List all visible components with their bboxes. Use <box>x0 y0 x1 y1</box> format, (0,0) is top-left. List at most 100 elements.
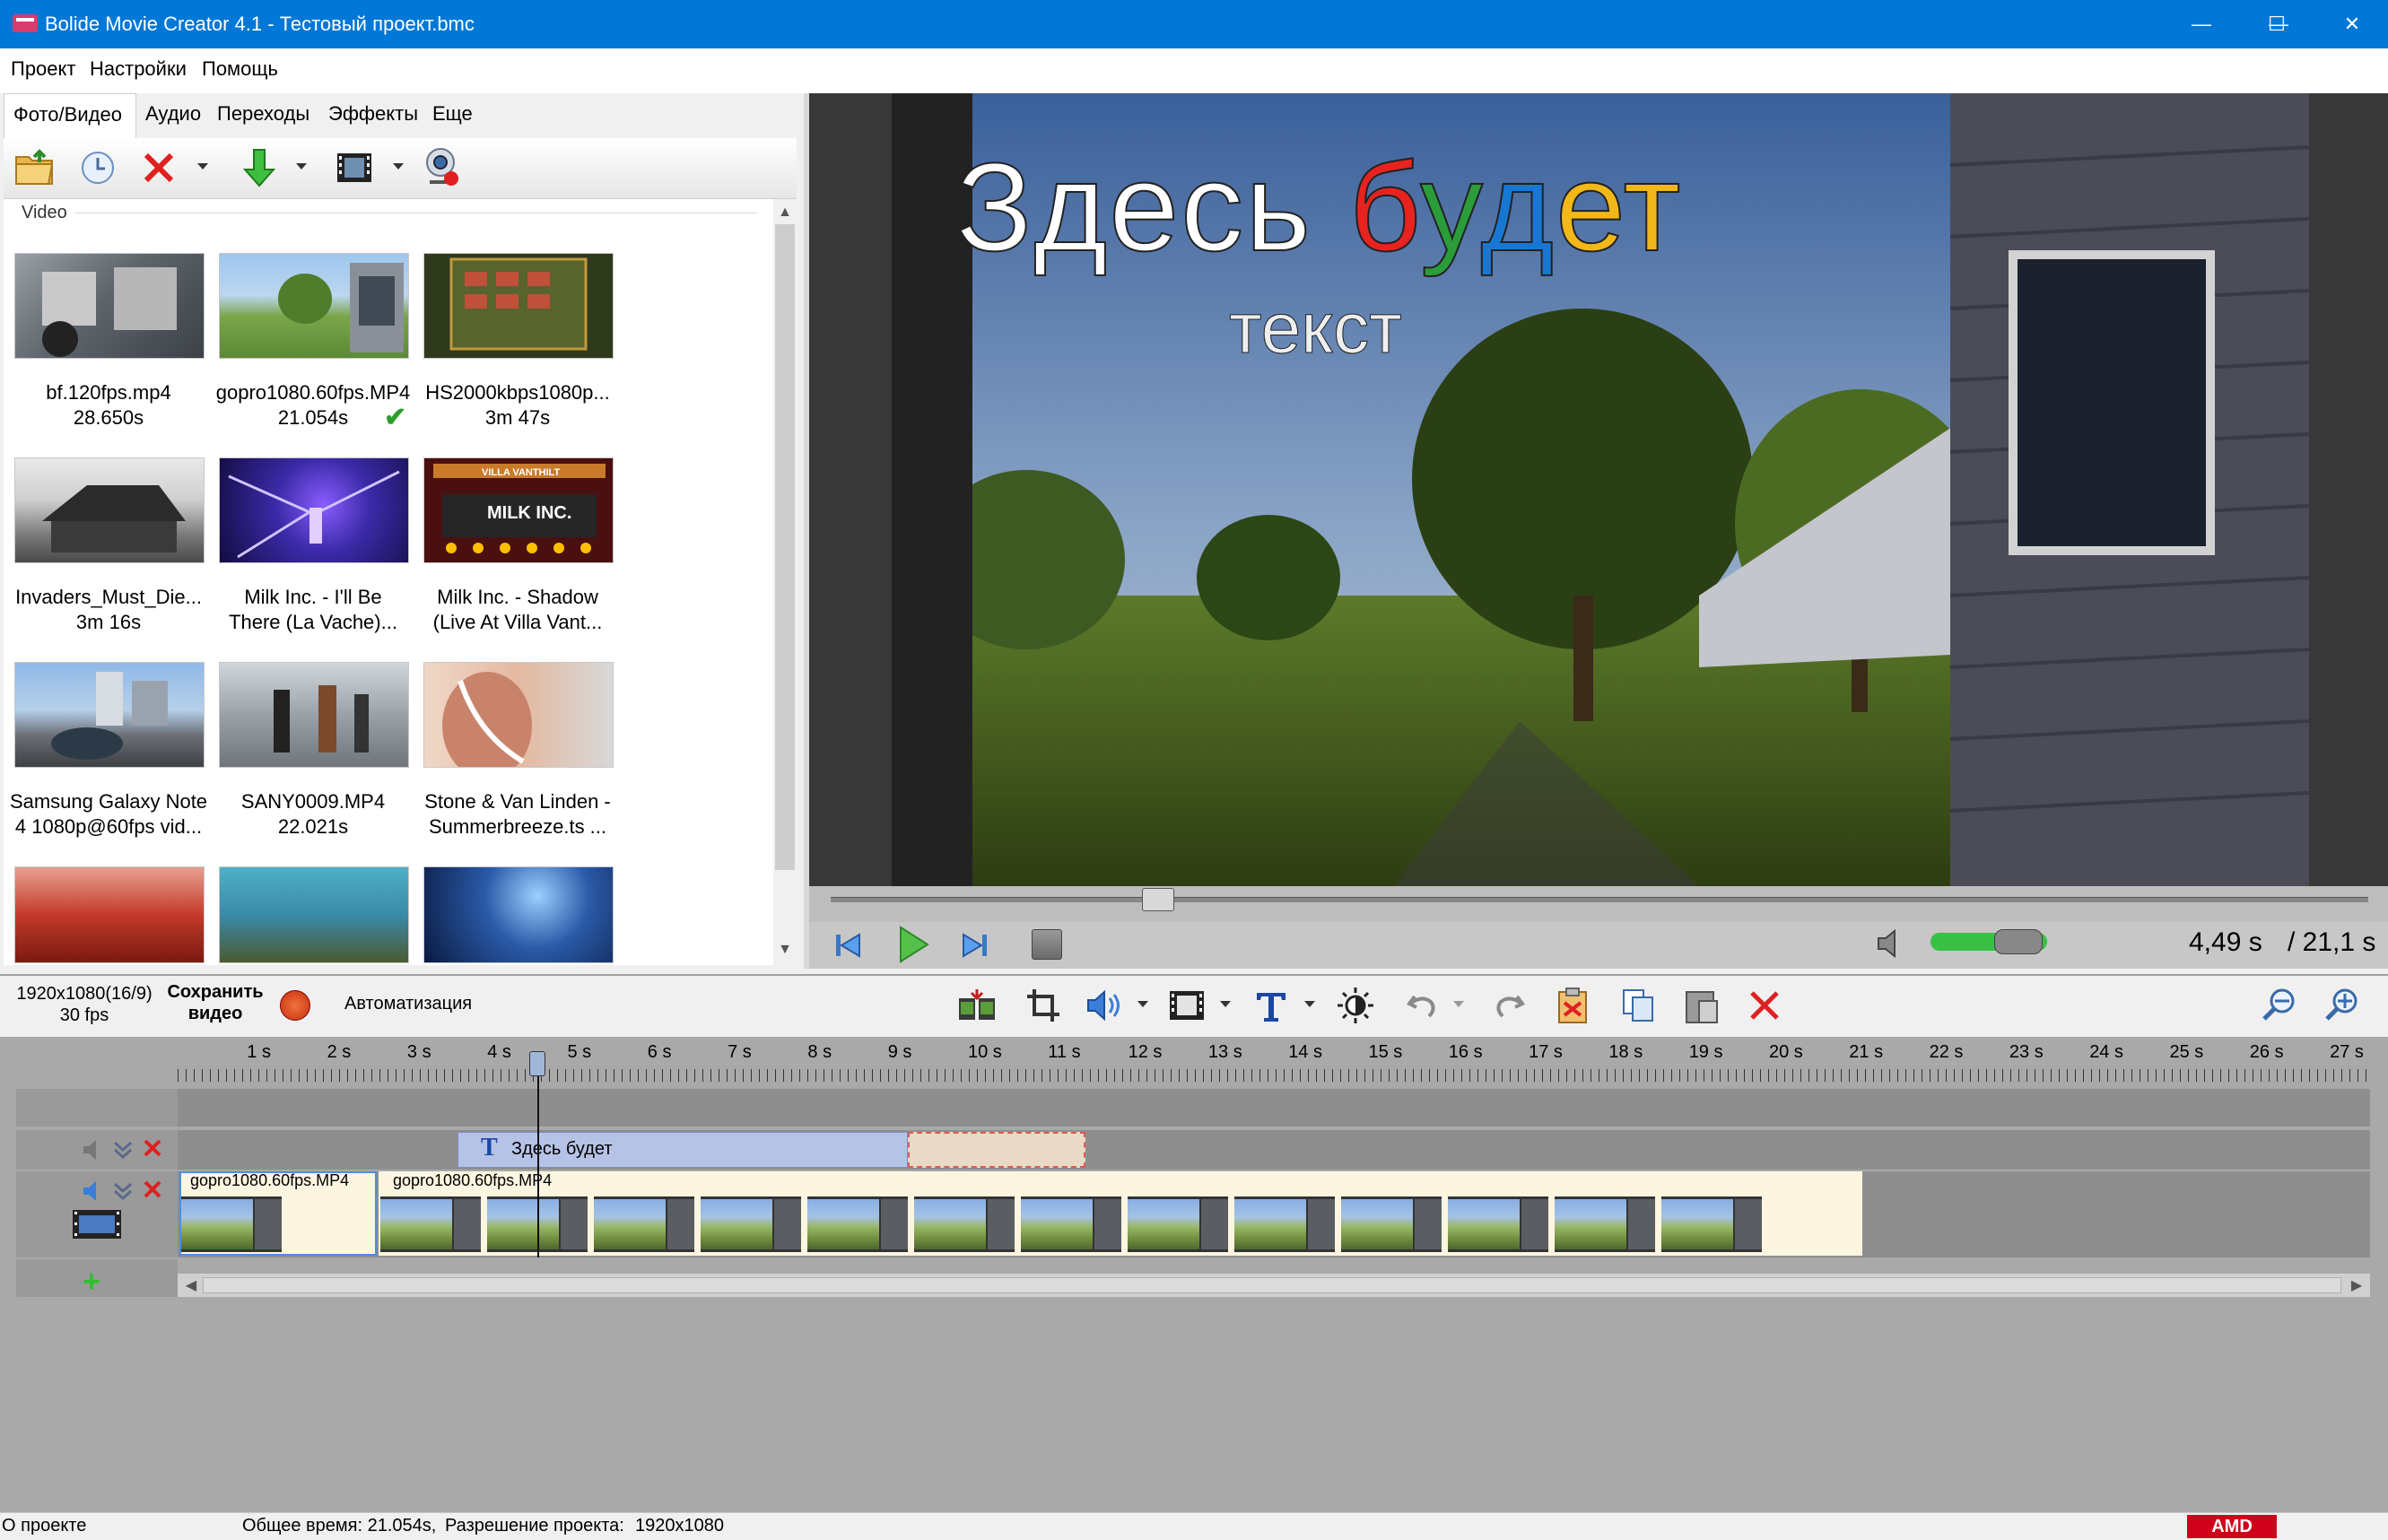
collapse-track-icon[interactable] <box>111 1137 135 1162</box>
speaker-icon[interactable] <box>1875 927 1907 960</box>
text-clip-extension[interactable] <box>908 1132 1085 1168</box>
clock-icon[interactable] <box>75 145 120 190</box>
volume-knob[interactable] <box>1993 929 2043 954</box>
volume-icon[interactable] <box>1084 985 1125 1026</box>
tab-effects[interactable]: Эффекты <box>319 93 427 138</box>
resolution-text: 1920x1080(16/9) <box>16 984 153 1004</box>
ruler-ticks <box>178 1069 2370 1082</box>
tab-photo-video[interactable]: Фото/Видео <box>4 93 136 138</box>
video-track-volume-icon[interactable] <box>81 1179 106 1204</box>
scroll-up-icon[interactable]: ▲ <box>773 201 797 224</box>
tab-more[interactable]: Еще <box>423 93 482 138</box>
menu-help[interactable]: Помощь <box>202 57 278 81</box>
brightness-icon[interactable] <box>1335 985 1376 1026</box>
volume-dropdown-icon[interactable] <box>1137 1001 1148 1007</box>
timeline-scroll-thumb[interactable] <box>203 1277 2341 1293</box>
seek-bar[interactable] <box>809 886 2388 922</box>
menu-project[interactable]: Проект <box>11 57 75 81</box>
remove-track-icon[interactable] <box>142 1137 163 1159</box>
ruler-tick-label: 7 s <box>728 1042 752 1062</box>
delete-icon[interactable] <box>136 145 181 190</box>
text-dropdown-icon[interactable] <box>1304 1001 1315 1007</box>
media-thumbnail[interactable]: VILLA VANTHILT MILK INC. <box>423 457 614 563</box>
current-time: 4,49 s <box>2189 927 2262 957</box>
clip-frame-thumbnail <box>380 1196 481 1252</box>
media-scroll-thumb[interactable] <box>775 224 795 870</box>
maximize-window-button[interactable]: ☐ <box>2239 0 2314 48</box>
delete-dropdown-icon[interactable] <box>197 163 208 170</box>
media-thumbnail[interactable] <box>219 866 409 963</box>
clip-frame-thumbnail <box>1128 1196 1228 1252</box>
undo-dropdown-icon[interactable] <box>1453 1001 1464 1007</box>
prev-frame-icon[interactable] <box>831 927 867 963</box>
zoom-out-icon[interactable] <box>2259 985 2300 1026</box>
delete-clip-icon[interactable] <box>1744 985 1785 1026</box>
redo-icon[interactable] <box>1489 985 1530 1026</box>
media-thumbnail[interactable] <box>423 662 614 768</box>
automation-button[interactable]: Автоматизация <box>344 994 472 1014</box>
collapse-video-track-icon[interactable] <box>111 1179 135 1204</box>
amd-logo: AMD <box>2187 1515 2277 1538</box>
paste-clip-icon[interactable] <box>1552 985 1593 1026</box>
media-thumbnail[interactable] <box>423 253 614 359</box>
timeline-scroll-left-icon[interactable]: ◀ <box>179 1274 203 1297</box>
save-video-label-1: Сохранить <box>167 982 264 1002</box>
ruler-tick-label: 19 s <box>1688 1042 1723 1062</box>
minimize-window-button[interactable]: — <box>2164 0 2239 48</box>
video-clip-2-label: gopro1080.60fps.MP4 <box>393 1171 553 1189</box>
text-track[interactable] <box>16 1130 2370 1170</box>
ruler-tick-label: 5 s <box>567 1042 592 1062</box>
remove-video-track-icon[interactable] <box>142 1179 163 1200</box>
project-resolution-info[interactable]: 1920x1080(16/9) 30 fps <box>9 983 160 1026</box>
tab-audio[interactable]: Аудио <box>136 93 210 138</box>
playhead[interactable] <box>536 1055 539 1257</box>
seek-thumb[interactable] <box>1142 888 1175 911</box>
film-dropdown-icon[interactable] <box>393 163 404 170</box>
webcam-icon[interactable] <box>418 145 463 190</box>
mute-track-icon[interactable] <box>81 1137 106 1162</box>
fps-text: 30 fps <box>59 1005 109 1025</box>
save-video-button[interactable]: Сохранить видео <box>161 981 269 1024</box>
ruler-tick-label: 11 s <box>1048 1042 1081 1062</box>
undo-icon[interactable] <box>1401 985 1442 1026</box>
timeline-scroll-right-icon[interactable]: ▶ <box>2345 1274 2368 1297</box>
import-dropdown-icon[interactable] <box>296 163 307 170</box>
crop-icon[interactable] <box>1023 985 1064 1026</box>
about-project-link[interactable]: О проекте <box>2 1516 86 1536</box>
close-window-button[interactable]: ✕ <box>2314 0 2388 48</box>
record-button[interactable] <box>280 990 310 1021</box>
paste-icon[interactable] <box>1681 985 1722 1026</box>
media-thumbnail[interactable] <box>423 866 614 963</box>
add-track-icon[interactable]: + <box>83 1265 100 1300</box>
split-clip-icon[interactable] <box>956 985 998 1026</box>
media-thumbnail[interactable] <box>14 662 205 768</box>
next-frame-icon[interactable] <box>956 927 992 963</box>
stop-icon[interactable] <box>1032 929 1062 960</box>
empty-track-header <box>16 1089 178 1127</box>
seek-track[interactable] <box>831 897 2368 902</box>
media-duration: 28.650s <box>73 406 144 429</box>
clip-frame-thumbnail <box>807 1196 908 1252</box>
playhead-handle[interactable] <box>528 1051 545 1076</box>
film-icon[interactable] <box>332 145 377 190</box>
text-tool-icon[interactable] <box>1251 985 1292 1026</box>
media-thumbnail[interactable] <box>219 662 409 768</box>
media-thumbnail[interactable] <box>14 457 205 563</box>
menu-settings[interactable]: Настройки <box>90 57 187 81</box>
media-thumbnail[interactable] <box>219 457 409 563</box>
play-icon[interactable] <box>892 924 933 965</box>
ruler-tick-label: 22 s <box>1929 1042 1964 1062</box>
ruler-tick-label: 27 s <box>2330 1042 2364 1062</box>
import-arrow-icon[interactable] <box>237 145 282 190</box>
copy-icon[interactable] <box>1618 985 1660 1026</box>
scroll-down-icon[interactable]: ▼ <box>773 938 797 961</box>
empty-track[interactable] <box>16 1089 2370 1127</box>
clip-film-dropdown-icon[interactable] <box>1220 1001 1231 1007</box>
clip-film-icon[interactable] <box>1166 985 1207 1026</box>
tab-transitions[interactable]: Переходы <box>208 93 318 138</box>
media-thumbnail[interactable] <box>14 866 205 963</box>
media-thumbnail[interactable] <box>14 253 205 359</box>
zoom-in-icon[interactable] <box>2322 985 2363 1026</box>
open-folder-icon[interactable] <box>13 145 57 190</box>
media-thumbnail[interactable] <box>219 253 409 359</box>
